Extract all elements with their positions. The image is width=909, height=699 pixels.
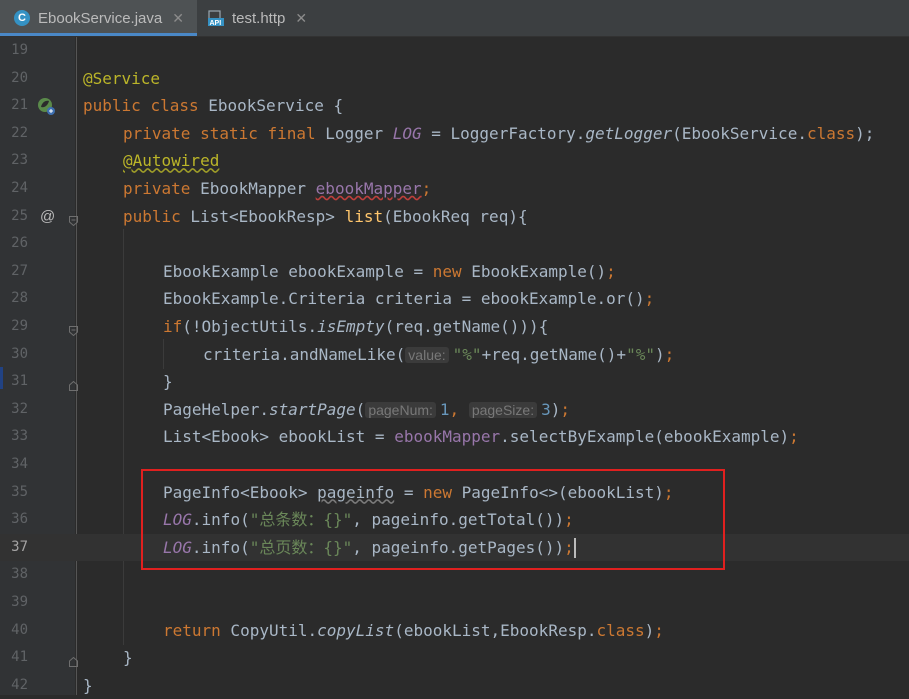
- code-line: 26: [0, 230, 909, 258]
- code-text[interactable]: private EbookMapper ebookMapper;: [123, 175, 431, 203]
- line-number: 20: [11, 69, 28, 86]
- tab-ebookservice-java[interactable]: C EbookService.java ✕: [0, 0, 197, 36]
- line-number: 40: [11, 621, 28, 638]
- code-line: 29 if(!ObjectUtils.isEmpty(req.getName()…: [0, 313, 909, 341]
- code-line: 27 EbookExample ebookExample = new Ebook…: [0, 258, 909, 286]
- line-number: 26: [11, 235, 28, 252]
- code-text[interactable]: criteria.andNameLike(value: "%"+req.getNa…: [203, 341, 674, 370]
- code-text[interactable]: if(!ObjectUtils.isEmpty(req.getName())){: [163, 313, 548, 341]
- parameter-hint: pageSize:: [468, 401, 538, 418]
- code-text[interactable]: @Autowired: [123, 147, 219, 175]
- line-number: 35: [11, 483, 28, 500]
- code-line: 25 @ public List<EbookResp> list(EbookRe…: [0, 203, 909, 231]
- code-text[interactable]: List<Ebook> ebookList = ebookMapper.sele…: [163, 423, 799, 451]
- line-number: 23: [11, 152, 28, 169]
- line-number: 34: [11, 456, 28, 472]
- code-line: 28 EbookExample.Criteria criteria = eboo…: [0, 285, 909, 313]
- code-text[interactable]: @Service: [83, 65, 160, 93]
- editor-tab-bar: C EbookService.java ✕ API test.http ✕: [0, 0, 909, 37]
- code-line: 31 }: [0, 368, 909, 396]
- java-class-icon: C: [14, 10, 30, 26]
- code-text[interactable]: private static final Logger LOG = Logger…: [123, 120, 874, 148]
- code-line: 24 private EbookMapper ebookMapper;: [0, 175, 909, 203]
- close-icon[interactable]: ✕: [172, 10, 184, 27]
- line-number: 25: [11, 207, 28, 224]
- code-line: 39: [0, 589, 909, 617]
- code-line: 19: [0, 37, 909, 65]
- code-text[interactable]: PageHelper.startPage(pageNum: 1, pageSize…: [163, 396, 570, 425]
- code-text[interactable]: EbookExample.Criteria criteria = ebookEx…: [163, 285, 654, 313]
- code-line: 21 public class EbookService {: [0, 92, 909, 120]
- code-line: 41 }: [0, 644, 909, 672]
- code-line: 22 private static final Logger LOG = Log…: [0, 120, 909, 148]
- fold-end-icon[interactable]: [69, 376, 78, 392]
- code-line: 32 PageHelper.startPage(pageNum: 1, pageS…: [0, 396, 909, 424]
- svg-text:API: API: [210, 20, 222, 26]
- line-number: 27: [11, 262, 28, 279]
- line-number: 22: [11, 124, 28, 141]
- parameter-hint: value:: [405, 346, 449, 363]
- line-number: 36: [11, 511, 28, 528]
- api-file-icon: API: [208, 10, 224, 27]
- close-icon[interactable]: ✕: [295, 10, 307, 27]
- tab-label: EbookService.java: [38, 9, 163, 27]
- highlight-box: [141, 469, 725, 570]
- code-text[interactable]: }: [123, 644, 133, 672]
- code-text[interactable]: }: [163, 368, 173, 396]
- tab-test-http[interactable]: API test.http ✕: [200, 0, 330, 36]
- line-number: 39: [11, 594, 28, 610]
- line-number: 28: [11, 290, 28, 307]
- line-number: 32: [11, 400, 28, 417]
- code-line: 30 criteria.andNameLike(value: "%"+req.ge…: [0, 341, 909, 369]
- fold-end-icon[interactable]: [69, 652, 78, 668]
- code-text[interactable]: EbookExample ebookExample = new EbookExa…: [163, 258, 616, 286]
- tab-label: test.http: [232, 9, 286, 27]
- line-number: 24: [11, 180, 28, 196]
- line-number: 21: [11, 97, 28, 114]
- line-number: 29: [11, 318, 28, 334]
- fold-icon[interactable]: [69, 211, 78, 226]
- parameter-hint: pageNum:: [365, 401, 436, 418]
- line-number: 41: [11, 649, 28, 666]
- line-number: 19: [11, 42, 28, 58]
- spring-bean-icon[interactable]: [36, 96, 56, 120]
- line-number: 38: [11, 566, 28, 583]
- code-text[interactable]: public class EbookService {: [83, 92, 343, 120]
- line-number: 37: [11, 538, 28, 555]
- override-marker-icon[interactable]: @: [40, 203, 55, 231]
- code-line: 33 List<Ebook> ebookList = ebookMapper.s…: [0, 423, 909, 451]
- line-number: 31: [11, 373, 28, 390]
- fold-icon[interactable]: [69, 321, 78, 337]
- line-number: 30: [11, 345, 28, 362]
- code-line: 23 @Autowired: [0, 147, 909, 175]
- code-text[interactable]: return CopyUtil.copyList(ebookList,Ebook…: [163, 617, 664, 645]
- code-line: 20 @Service: [0, 65, 909, 93]
- code-line: 40 return CopyUtil.copyList(ebookList,Eb…: [0, 617, 909, 645]
- line-number: 33: [11, 428, 28, 445]
- code-text[interactable]: public List<EbookResp> list(EbookReq req…: [123, 203, 528, 231]
